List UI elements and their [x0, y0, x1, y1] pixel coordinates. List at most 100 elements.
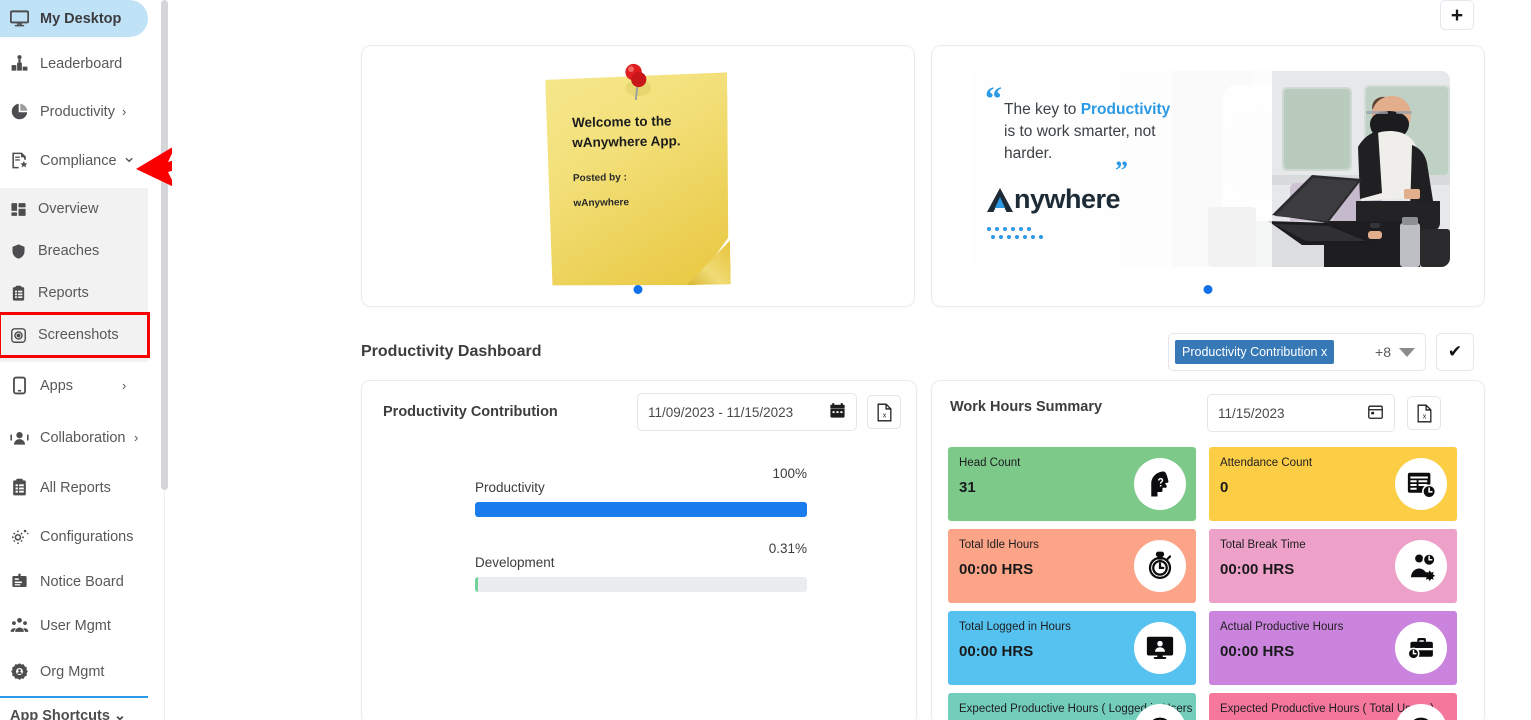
app-shortcuts-toggle[interactable]: App Shortcuts ⌄	[10, 708, 126, 720]
sidebar-item-label: Reports	[38, 285, 89, 301]
add-widget-button[interactable]: +	[1440, 0, 1474, 30]
svg-text:x: x	[882, 411, 886, 419]
date-input[interactable]: 11/15/2023	[1207, 394, 1395, 432]
bar-row: Development 0.31%	[475, 541, 807, 596]
notice-posted-by-value: wAnywhere	[573, 197, 630, 210]
bar-label: Productivity	[475, 480, 545, 495]
sidebar-item-my-desktop[interactable]: My Desktop	[0, 0, 148, 37]
briefcase-clock-icon	[1395, 622, 1447, 674]
metric-value: 00:00 HRS	[1220, 643, 1295, 660]
sidebar-item-productivity[interactable]: Productivity ›	[0, 93, 148, 130]
sidebar-item-label: Screenshots	[38, 327, 119, 343]
mobile-icon	[8, 375, 30, 397]
sidebar-item-label: Apps	[40, 377, 74, 394]
metric-tile[interactable]: Attendance Count 0	[1209, 447, 1457, 521]
head-question-icon	[1134, 458, 1186, 510]
widget-multiselect[interactable]: Productivity Contribution x +8	[1168, 333, 1426, 371]
metric-value: 00:00 HRS	[959, 561, 1034, 578]
camera-aperture-icon	[8, 325, 28, 345]
sidebar-item-reports[interactable]: Reports	[0, 272, 148, 314]
quote-close-icon: ”	[1115, 156, 1128, 185]
date-range-input[interactable]: 11/09/2023 - 11/15/2023	[637, 393, 857, 431]
collaboration-icon	[8, 427, 30, 449]
logo-mark-icon	[987, 187, 1013, 212]
sidebar-item-overview[interactable]: Overview	[0, 188, 148, 230]
notice-widget-card: Welcome to the wAnywhere App. Posted by …	[361, 45, 915, 307]
metric-value: 0	[1220, 479, 1229, 496]
chevron-right-icon: ›	[134, 430, 139, 445]
page-title: Productivity Dashboard	[361, 343, 542, 360]
sidebar-divider	[0, 696, 148, 698]
gear-icon	[8, 526, 30, 548]
contribution-bar-chart: Productivity 100% Development 0.31%	[475, 466, 807, 616]
metric-tile[interactable]: Total Break Time 00:00 HRS	[1209, 529, 1457, 603]
chevron-right-icon: ›	[122, 104, 127, 119]
sidebar-item-label: Configurations	[40, 528, 134, 545]
work-hours-summary-panel: Work Hours Summary 11/15/2023 x Head Cou…	[931, 380, 1485, 720]
sidebar-scrollbar-thumb[interactable]	[161, 0, 168, 490]
logo-text: nywhere	[1014, 184, 1121, 214]
export-excel-button[interactable]: x	[867, 395, 901, 429]
quote-part2: is to work smarter, not harder.	[1004, 123, 1156, 162]
sidebar-item-all-reports[interactable]: All Reports	[0, 469, 148, 506]
metric-label: Total Logged in Hours	[959, 621, 1071, 633]
metric-label: Total Idle Hours	[959, 539, 1039, 551]
metric-tile[interactable]: Actual Productive Hours 00:00 HRS	[1209, 611, 1457, 685]
sidebar-item-label: Leaderboard	[40, 55, 123, 72]
notice-posted-by-label: Posted by :	[572, 172, 627, 185]
export-excel-button[interactable]: x	[1407, 396, 1441, 430]
chevron-down-icon[interactable]	[1399, 347, 1415, 357]
metric-tile[interactable]: Expected Productive Hours ( Logged in Us…	[948, 693, 1196, 720]
bar-fill	[475, 502, 807, 517]
quote-part1: The key to	[1004, 101, 1081, 118]
confirm-selection-button[interactable]: ✔	[1436, 333, 1474, 371]
sidebar-item-screenshots[interactable]: Screenshots	[0, 312, 150, 358]
sidebar-item-label: Productivity	[40, 103, 115, 120]
calendar-icon[interactable]	[829, 402, 846, 422]
metric-tile[interactable]: Total Logged in Hours 00:00 HRS	[948, 611, 1196, 685]
sidebar-item-label: Notice Board	[40, 573, 124, 590]
decorative-dots-icon	[987, 227, 1043, 239]
sidebar-item-leaderboard[interactable]: Leaderboard	[0, 45, 148, 82]
sidebar-item-user-mgmt[interactable]: User Mgmt	[0, 607, 155, 644]
notice-title: Welcome to the wAnywhere App.	[571, 113, 681, 150]
bar-row: Productivity 100%	[475, 466, 807, 521]
bar-track	[475, 502, 807, 517]
attendance-calendar-icon	[1395, 458, 1447, 510]
desktop-user-icon	[1134, 622, 1186, 674]
sidebar-item-label: User Mgmt	[40, 617, 111, 634]
metric-tile[interactable]: Total Idle Hours 00:00 HRS	[948, 529, 1196, 603]
sticky-note: Welcome to the wAnywhere App. Posted by …	[545, 63, 731, 287]
dashboard-grid-icon	[8, 199, 28, 219]
sidebar-item-compliance[interactable]: Compliance ⌄	[0, 142, 148, 179]
main-content: + Welcome to the wAnywhere App. Posted b…	[172, 0, 1531, 720]
sidebar-item-breaches[interactable]: Breaches	[0, 230, 148, 272]
sidebar-item-label: Compliance	[40, 152, 117, 169]
compliance-icon	[8, 150, 30, 172]
metric-label: Actual Productive Hours	[1220, 621, 1344, 633]
bar-fill	[475, 577, 478, 592]
carousel-dot[interactable]	[1203, 285, 1213, 294]
pie-chart-icon	[8, 101, 30, 123]
sidebar-item-configurations[interactable]: Configurations	[0, 518, 155, 555]
metric-tile[interactable]: Head Count 31	[948, 447, 1196, 521]
sidebar-item-apps[interactable]: Apps ›	[0, 367, 148, 404]
metric-tile[interactable]: Expected Productive Hours ( Total Users …	[1209, 693, 1457, 720]
sidebar-item-label: Collaboration	[40, 429, 126, 446]
sidebar-item-label: My Desktop	[40, 10, 122, 27]
metric-label: Head Count	[959, 457, 1021, 469]
sidebar-item-collaboration[interactable]: Collaboration ›	[0, 419, 155, 456]
carousel-dot[interactable]	[633, 285, 643, 294]
sidebar-item-label: Org Mgmt	[40, 663, 105, 680]
promo-quote-text: The key to Productivity is to work smart…	[1004, 99, 1179, 165]
bar-value: 100%	[772, 466, 807, 481]
wanywhere-logo: nywhere	[986, 184, 1121, 215]
sidebar-item-org-mgmt[interactable]: Org Mgmt	[0, 653, 155, 690]
bar-label: Development	[475, 555, 555, 570]
calendar-icon[interactable]	[1367, 403, 1384, 423]
metric-value: 31	[959, 479, 976, 496]
org-gear-icon	[8, 661, 30, 683]
sidebar-item-notice-board[interactable]: Notice Board	[0, 563, 155, 600]
selected-chip[interactable]: Productivity Contribution x	[1175, 340, 1335, 364]
promo-banner-image: “ The key to Productivity is to work sma…	[972, 71, 1450, 267]
